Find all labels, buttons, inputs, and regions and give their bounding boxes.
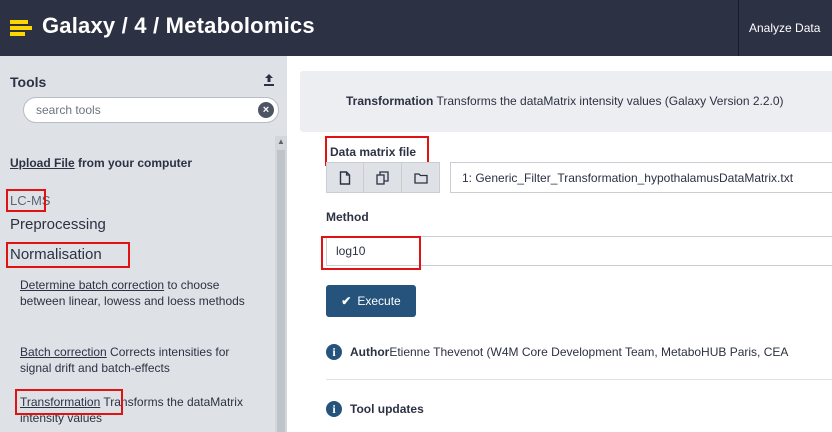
data-matrix-value: 1: Generic_Filter_Transformation_hypotha… <box>462 171 794 185</box>
author-row: i Author Etienne Thevenot (W4M Core Deve… <box>326 344 788 360</box>
method-value: log10 <box>336 244 366 258</box>
author-label: Author <box>350 345 390 359</box>
clear-icon[interactable]: × <box>258 102 274 118</box>
author-text: Etienne Thevenot (W4M Core Development T… <box>389 345 789 359</box>
upload-file-row[interactable]: Upload File from your computer <box>10 156 192 170</box>
execute-label: Execute <box>357 294 401 308</box>
masthead: Galaxy / 4 / Metabolomics Analyze Data <box>0 0 832 56</box>
section-normalisation[interactable]: Normalisation <box>10 246 102 263</box>
tool-panel-scrollbar[interactable]: ▲ <box>275 136 287 432</box>
tool-link-determine-batch[interactable]: Determine batch correction <box>20 278 164 292</box>
tool-entry-transformation[interactable]: Transformation Transforms the dataMatrix… <box>20 394 260 426</box>
folder-button[interactable] <box>402 162 440 193</box>
info-icon: i <box>326 401 342 417</box>
nav-separator <box>738 0 739 56</box>
tool-link-transformation[interactable]: Transformation <box>20 395 100 409</box>
search-input[interactable] <box>36 102 246 118</box>
nav-analyze-data[interactable]: Analyze Data <box>740 16 832 40</box>
tool-list: Upload File from your computer LC-MS Pre… <box>0 136 275 432</box>
brand-title[interactable]: Galaxy / 4 / Metabolomics <box>42 13 315 39</box>
method-select[interactable]: log10 <box>326 236 832 266</box>
scroll-up-icon[interactable]: ▲ <box>277 138 285 146</box>
scroll-thumb[interactable] <box>277 150 285 432</box>
brand[interactable]: Galaxy / 4 / Metabolomics <box>10 9 315 43</box>
galaxy-bars-icon <box>10 20 32 36</box>
tool-link-batch-correction[interactable]: Batch correction <box>20 345 107 359</box>
section-lcms[interactable]: LC-MS <box>10 193 50 208</box>
data-matrix-select[interactable]: 1: Generic_Filter_Transformation_hypotha… <box>450 162 832 193</box>
tool-form-description: Transforms the dataMatrix intensity valu… <box>433 94 784 108</box>
file-icon <box>339 170 351 185</box>
tool-form-title: Transformation Transforms the dataMatrix… <box>346 94 784 108</box>
tool-form-name: Transformation <box>346 94 434 108</box>
tool-entry-batch-correction[interactable]: Batch correction Corrects intensities fo… <box>20 344 260 376</box>
tool-form-header: Transformation Transforms the dataMatrix… <box>300 71 832 132</box>
search-field[interactable]: × <box>23 97 279 123</box>
upload-file-link[interactable]: Upload File <box>10 156 75 170</box>
method-label: Method <box>326 210 369 224</box>
divider <box>326 379 832 380</box>
tool-form: Transformation Transforms the dataMatrix… <box>300 56 832 432</box>
execute-button[interactable]: ✔ Execute <box>326 285 416 317</box>
files-button[interactable] <box>364 162 402 193</box>
tool-panel-header: Tools <box>10 74 47 90</box>
info-icon: i <box>326 344 342 360</box>
tool-updates-label[interactable]: Tool updates <box>350 402 424 416</box>
check-icon: ✔ <box>341 294 352 308</box>
section-preprocessing[interactable]: Preprocessing <box>10 216 106 233</box>
upload-file-suffix: from your computer <box>74 156 193 170</box>
tool-panel: Tools × Upload File from your computer L… <box>0 56 287 432</box>
folder-icon <box>413 172 428 184</box>
tool-entry-determine-batch[interactable]: Determine batch correction to choose bet… <box>20 277 260 309</box>
input-source-buttons <box>326 162 441 193</box>
tool-updates-row[interactable]: i Tool updates <box>326 401 424 417</box>
data-matrix-label: Data matrix file <box>330 145 417 159</box>
file-button[interactable] <box>326 162 364 193</box>
files-icon <box>375 170 389 185</box>
upload-icon[interactable] <box>263 73 275 87</box>
